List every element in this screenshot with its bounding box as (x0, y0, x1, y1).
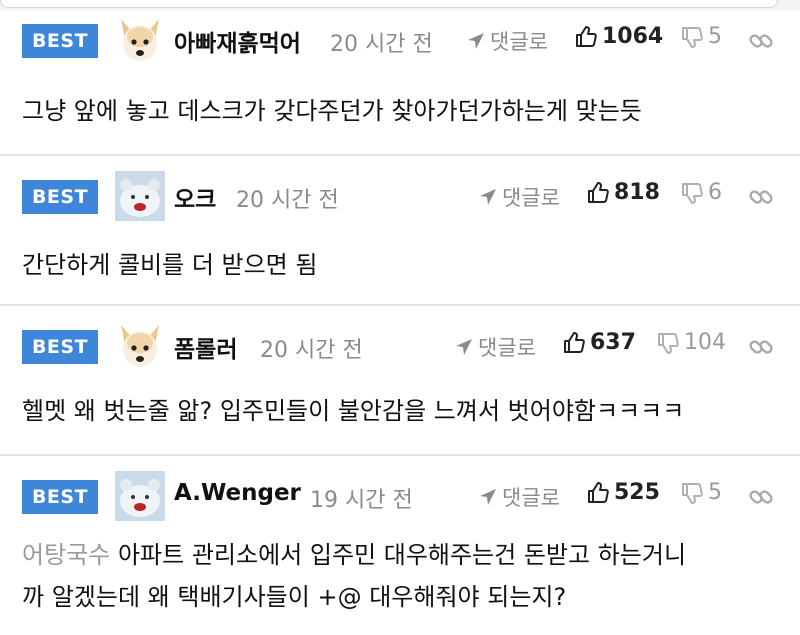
best-badge: BEST (22, 330, 98, 364)
nickname[interactable]: 아빠재흙먹어 (174, 24, 301, 58)
upvote-count: 818 (614, 180, 660, 205)
upvote-count: 525 (614, 480, 660, 505)
comment-item: BEST A.Wenger 19 시간 전 댓글로 525 5 어탕국수 아파트… (0, 456, 800, 635)
upvote-button[interactable]: 818 (586, 180, 660, 205)
quoted-username[interactable]: 어탕국수 (22, 541, 110, 569)
comment-meta: BEST 폼롤러 20 시간 전 댓글로 637 104 (0, 318, 800, 374)
best-badge: BEST (22, 180, 98, 214)
comment-meta: BEST 아빠재흙먹어 20 시간 전 댓글로 1064 5 (0, 12, 800, 68)
bear-avatar-icon (115, 471, 165, 521)
comment-text: 헬멧 왜 벗는줄 앎? 입주민들이 불안감을 느껴서 벗어야함ㅋㅋㅋㅋ (22, 397, 685, 425)
upvote-count: 1064 (602, 24, 664, 49)
reply-label: 댓글로 (502, 486, 560, 510)
link-icon (749, 34, 773, 48)
thumbs-up-icon (588, 181, 609, 203)
downvote-count: 5 (708, 24, 722, 49)
thumbs-up-icon (576, 25, 597, 47)
downvote-button[interactable]: 5 (680, 24, 722, 49)
reply-arrow-icon (468, 33, 484, 49)
downvote-count: 6 (708, 180, 722, 205)
thumbs-down-icon (658, 332, 679, 354)
comment-item: BEST 오크 20 시간 전 댓글로 818 6 간단하게 콜비를 더 받으면… (0, 156, 800, 306)
reply-arrow-icon (480, 489, 496, 505)
timestamp: 20 시간 전 (236, 188, 339, 213)
avatar[interactable] (114, 170, 166, 222)
timestamp: 19 시간 전 (310, 488, 413, 513)
reply-label: 댓글로 (502, 186, 560, 210)
share-link-button[interactable] (748, 28, 774, 58)
reply-label: 댓글로 (478, 336, 536, 360)
best-badge: BEST (22, 480, 98, 514)
share-link-button[interactable] (748, 334, 774, 364)
link-icon (749, 340, 773, 354)
dog-avatar-icon (121, 19, 159, 61)
comment-text: 어탕국수 아파트 관리소에서 입주민 대우해주는건 돈받고 하는거니 (22, 534, 686, 576)
thumbs-up-icon (588, 481, 609, 503)
comment-text-line-1: 아파트 관리소에서 입주민 대우해주는건 돈받고 하는거니 (117, 541, 687, 569)
reply-button[interactable]: 댓글로 (466, 26, 548, 56)
comment-item: BEST 아빠재흙먹어 20 시간 전 댓글로 1064 5 그냥 앞에 놓고 … (0, 12, 800, 156)
downvote-count: 104 (684, 330, 726, 355)
share-link-button[interactable] (748, 184, 774, 214)
comment-item: BEST 폼롤러 20 시간 전 댓글로 637 104 헬멧 왜 벗는줄 앎?… (0, 306, 800, 456)
downvote-button[interactable]: 6 (680, 180, 722, 205)
downvote-count: 5 (708, 480, 722, 505)
avatar[interactable] (114, 320, 166, 372)
reply-arrow-icon (480, 189, 496, 205)
comment-meta: BEST 오크 20 시간 전 댓글로 818 6 (0, 168, 800, 224)
comment-text: 간단하게 콜비를 더 받으면 됨 (22, 251, 318, 279)
reply-button[interactable]: 댓글로 (478, 482, 560, 512)
nickname[interactable]: 폼롤러 (174, 330, 237, 364)
upvote-button[interactable]: 637 (562, 330, 636, 355)
upvote-button[interactable]: 1064 (574, 24, 663, 49)
comment-meta: BEST A.Wenger 19 시간 전 댓글로 525 5 (0, 468, 800, 524)
upvote-count: 637 (590, 330, 636, 355)
thumbs-up-icon (564, 331, 585, 353)
thumbs-down-icon (682, 182, 703, 204)
timestamp: 20 시간 전 (260, 338, 363, 363)
reply-button[interactable]: 댓글로 (478, 182, 560, 212)
dog-avatar-icon (121, 325, 159, 367)
link-icon (749, 490, 773, 504)
best-badge: BEST (22, 24, 98, 58)
downvote-button[interactable]: 5 (680, 480, 722, 505)
bear-avatar-icon (115, 171, 165, 221)
nickname[interactable]: A.Wenger (174, 480, 301, 506)
previous-comment-box-edge (0, 0, 800, 10)
reply-button[interactable]: 댓글로 (454, 332, 536, 362)
comment-text: 그냥 앞에 놓고 데스크가 갖다주던가 찾아가던가하는게 맞는듯 (22, 97, 642, 125)
timestamp: 20 시간 전 (330, 32, 433, 57)
link-icon (749, 190, 773, 204)
nickname[interactable]: 오크 (174, 180, 216, 214)
upvote-button[interactable]: 525 (586, 480, 660, 505)
avatar[interactable] (114, 14, 166, 66)
downvote-button[interactable]: 104 (656, 330, 726, 355)
comment-text-line-2: 까 알겠는데 왜 택배기사들이 +@ 대우해줘야 되는지? (22, 583, 567, 611)
reply-arrow-icon (456, 339, 472, 355)
reply-label: 댓글로 (490, 30, 548, 54)
thumbs-down-icon (682, 26, 703, 48)
share-link-button[interactable] (748, 484, 774, 514)
avatar[interactable] (114, 470, 166, 522)
thumbs-down-icon (682, 482, 703, 504)
